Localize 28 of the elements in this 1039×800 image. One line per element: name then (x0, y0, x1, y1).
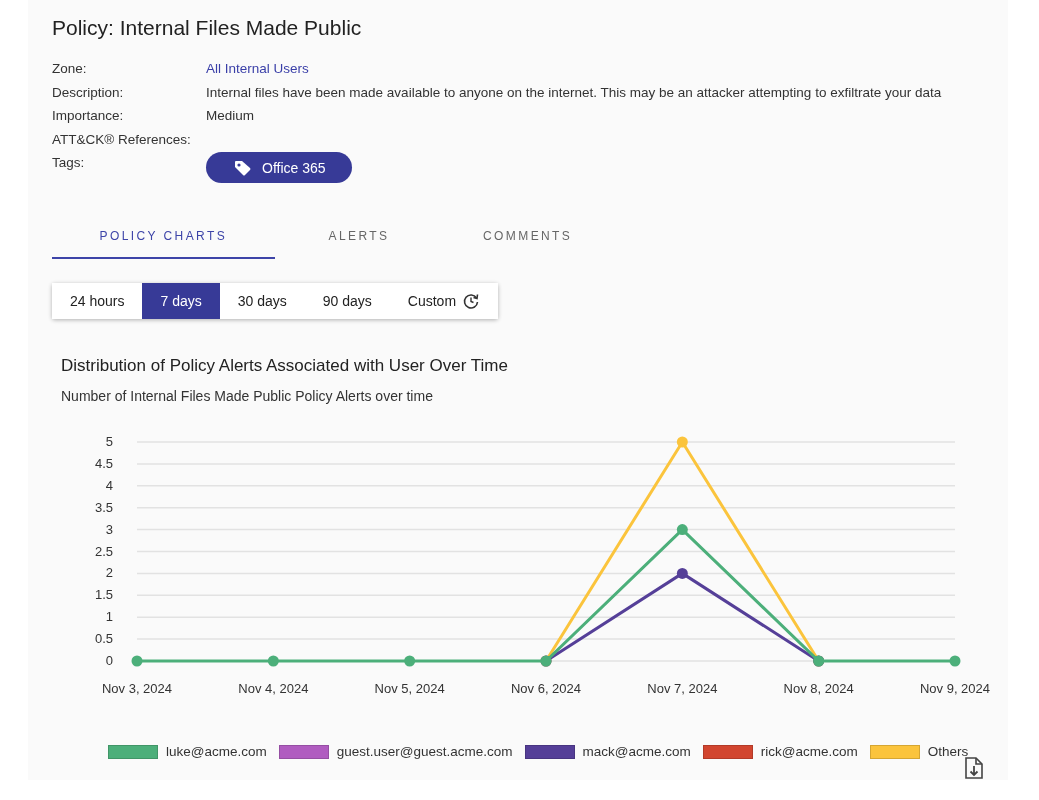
x-tick-label: Nov 5, 2024 (374, 681, 445, 696)
y-tick-label: 2 (105, 565, 113, 581)
y-tick-label: 1 (105, 609, 113, 625)
x-tick-label: Nov 4, 2024 (238, 681, 309, 696)
field-label: Description: (52, 83, 125, 101)
x-tick-label: Nov 3, 2024 (101, 681, 173, 696)
field-label: Tags: (52, 154, 86, 172)
field-label: Importance: (52, 107, 125, 125)
y-tick-label: 2.5 (94, 543, 113, 559)
y-tick-label: 0 (105, 653, 113, 668)
y-tick-label: 1.5 (94, 587, 113, 603)
x-tick-label: Nov 7, 2024 (647, 681, 718, 696)
field-label: Zone: (52, 60, 88, 78)
x-tick-label: Nov 6, 2024 (510, 681, 582, 696)
chart-subtitle: Number of Internal Files Made Public Policy Alerts over time (61, 388, 434, 404)
y-tick-label: 3.5 (94, 499, 113, 515)
field-label: ATT&CK® References: (52, 130, 192, 148)
y-tick-label: 5 (105, 434, 113, 449)
y-tick-label: 3 (105, 521, 113, 537)
x-tick-label: Nov 9, 2024 (919, 681, 991, 696)
y-tick-label: 0.5 (94, 631, 113, 647)
y-tick-label: 4.5 (94, 455, 113, 471)
field-value: Internal files have been made available to anyone on the internet. This may be an attacker attempting to exfiltrate your data (206, 84, 942, 100)
x-tick-label: Nov 8, 2024 (783, 681, 854, 696)
y-tick-label: 4 (105, 477, 113, 493)
chart-title: Distribution of Policy Alerts Associated with User Over Time (61, 356, 509, 376)
page-title: Policy: Internal Files Made Public (52, 16, 363, 40)
field-value: Medium (206, 108, 254, 123)
